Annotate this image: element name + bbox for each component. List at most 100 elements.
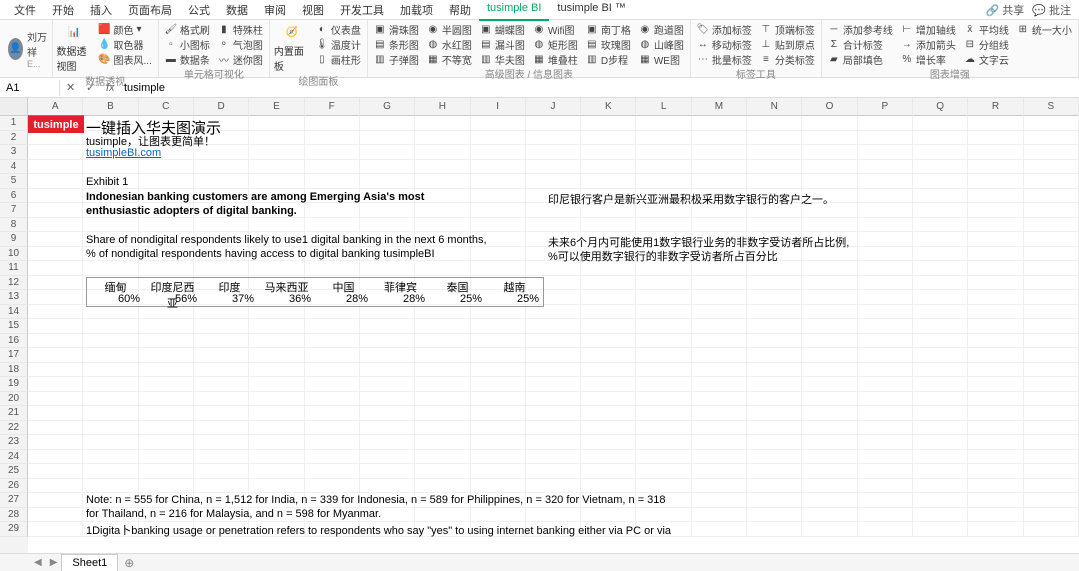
cell-F24[interactable] — [305, 450, 360, 465]
cell-P21[interactable] — [858, 406, 913, 421]
cell-C18[interactable] — [139, 363, 194, 378]
cell-F25[interactable] — [305, 464, 360, 479]
cell-R6[interactable] — [968, 189, 1023, 204]
rbtn-g_range.b6[interactable]: %增长率 — [899, 52, 958, 66]
cell-I1[interactable] — [471, 116, 526, 131]
cell-I11[interactable] — [471, 261, 526, 276]
cell-P20[interactable] — [858, 392, 913, 407]
cell-G19[interactable] — [360, 377, 415, 392]
cell-N25[interactable] — [747, 464, 802, 479]
cell-O23[interactable] — [802, 435, 857, 450]
cell-H17[interactable] — [415, 348, 470, 363]
cell-S18[interactable] — [1024, 363, 1079, 378]
row-hdr-27[interactable]: 27 — [0, 493, 28, 508]
cell-R23[interactable] — [968, 435, 1023, 450]
cell-R13[interactable] — [968, 290, 1023, 305]
cell-K4[interactable] — [581, 160, 636, 175]
cell-E5[interactable] — [249, 174, 304, 189]
cell-O29[interactable] — [802, 522, 857, 537]
col-hdr-M[interactable]: M — [692, 98, 747, 116]
cell-M24[interactable] — [692, 450, 747, 465]
cell-C16[interactable] — [139, 334, 194, 349]
next-sheet[interactable]: ▶ — [46, 557, 62, 568]
cell-L13[interactable] — [636, 290, 691, 305]
cell-S19[interactable] — [1024, 377, 1079, 392]
rbtn-g_adv.b1[interactable]: ▣滑珠图 — [372, 22, 421, 36]
cell-Q6[interactable] — [913, 189, 968, 204]
cell-R2[interactable] — [968, 131, 1023, 146]
cell-E15[interactable] — [249, 319, 304, 334]
cell-I4[interactable] — [471, 160, 526, 175]
cell-H21[interactable] — [415, 406, 470, 421]
cell-H25[interactable] — [415, 464, 470, 479]
cell-Q5[interactable] — [913, 174, 968, 189]
cell-S5[interactable] — [1024, 174, 1079, 189]
cell-F8[interactable] — [305, 218, 360, 233]
bubble[interactable]: ⚬气泡图 — [216, 37, 265, 51]
comment-button[interactable]: 💬 批注 — [1032, 2, 1071, 18]
cell-O22[interactable] — [802, 421, 857, 436]
cell-P11[interactable] — [858, 261, 913, 276]
cell-H4[interactable] — [415, 160, 470, 175]
cell-D5[interactable] — [194, 174, 249, 189]
cell-H11[interactable] — [415, 261, 470, 276]
cell-O12[interactable] — [802, 276, 857, 291]
cell-A4[interactable] — [28, 160, 83, 175]
rbtn-g_range.b4[interactable]: ⊢增加轴线 — [899, 22, 958, 36]
cell-A25[interactable] — [28, 464, 83, 479]
cell-K15[interactable] — [581, 319, 636, 334]
cell-J3[interactable] — [526, 145, 581, 160]
menu-tab-8[interactable]: 开发工具 — [332, 0, 392, 21]
rbtn-g_adv.b5[interactable]: ◍水红图 — [425, 37, 474, 51]
cell-O11[interactable] — [802, 261, 857, 276]
rbtn-g_range.c1[interactable]: x̄平均线 — [962, 22, 1011, 36]
cell-F26[interactable] — [305, 479, 360, 494]
cell-O5[interactable] — [802, 174, 857, 189]
cell-N21[interactable] — [747, 406, 802, 421]
cell-M23[interactable] — [692, 435, 747, 450]
cell-D8[interactable] — [194, 218, 249, 233]
cell-A13[interactable] — [28, 290, 83, 305]
cell-G18[interactable] — [360, 363, 415, 378]
rbtn-g_adv.b13[interactable]: ▣南丁格 — [584, 22, 633, 36]
cell-N2[interactable] — [747, 131, 802, 146]
cell-I10[interactable] — [471, 247, 526, 262]
prev-sheet[interactable]: ◀ — [30, 557, 46, 568]
cell-M5[interactable] — [692, 174, 747, 189]
rbtn-g_label.b1[interactable]: 🏷添加标签 — [695, 22, 754, 36]
cell-K13[interactable] — [581, 290, 636, 305]
menu-tab-7[interactable]: 视图 — [294, 0, 332, 21]
cell-A10[interactable] — [28, 247, 83, 262]
cell-E19[interactable] — [249, 377, 304, 392]
cell-E1[interactable] — [249, 116, 304, 131]
rbtn-g_adv.b9[interactable]: ▥华夫图 — [478, 52, 527, 66]
cell-K26[interactable] — [581, 479, 636, 494]
cell-N5[interactable] — [747, 174, 802, 189]
cell-J26[interactable] — [526, 479, 581, 494]
cell-Q22[interactable] — [913, 421, 968, 436]
cell-Q4[interactable] — [913, 160, 968, 175]
row-hdr-8[interactable]: 8 — [0, 218, 28, 233]
cell-E17[interactable] — [249, 348, 304, 363]
cell-A21[interactable] — [28, 406, 83, 421]
col-hdr-D[interactable]: D — [194, 98, 249, 116]
cell-O3[interactable] — [802, 145, 857, 160]
cell-R27[interactable] — [968, 493, 1023, 508]
rbtn-g_adv.b6[interactable]: ▦不等宽 — [425, 52, 474, 66]
menu-tab-1[interactable]: 开始 — [44, 0, 82, 21]
col-hdr-P[interactable]: P — [858, 98, 913, 116]
cell-I25[interactable] — [471, 464, 526, 479]
cell-P6[interactable] — [858, 189, 913, 204]
row-hdr-3[interactable]: 3 — [0, 145, 28, 160]
cell-K12[interactable] — [581, 276, 636, 291]
cell-L18[interactable] — [636, 363, 691, 378]
cell-N29[interactable] — [747, 522, 802, 537]
rbtn-g_adv.b4[interactable]: ◉半圆图 — [425, 22, 474, 36]
cell-O16[interactable] — [802, 334, 857, 349]
cell-E23[interactable] — [249, 435, 304, 450]
cell-O24[interactable] — [802, 450, 857, 465]
row-hdr-11[interactable]: 11 — [0, 261, 28, 276]
cell-N4[interactable] — [747, 160, 802, 175]
cell-Q16[interactable] — [913, 334, 968, 349]
cell-F4[interactable] — [305, 160, 360, 175]
